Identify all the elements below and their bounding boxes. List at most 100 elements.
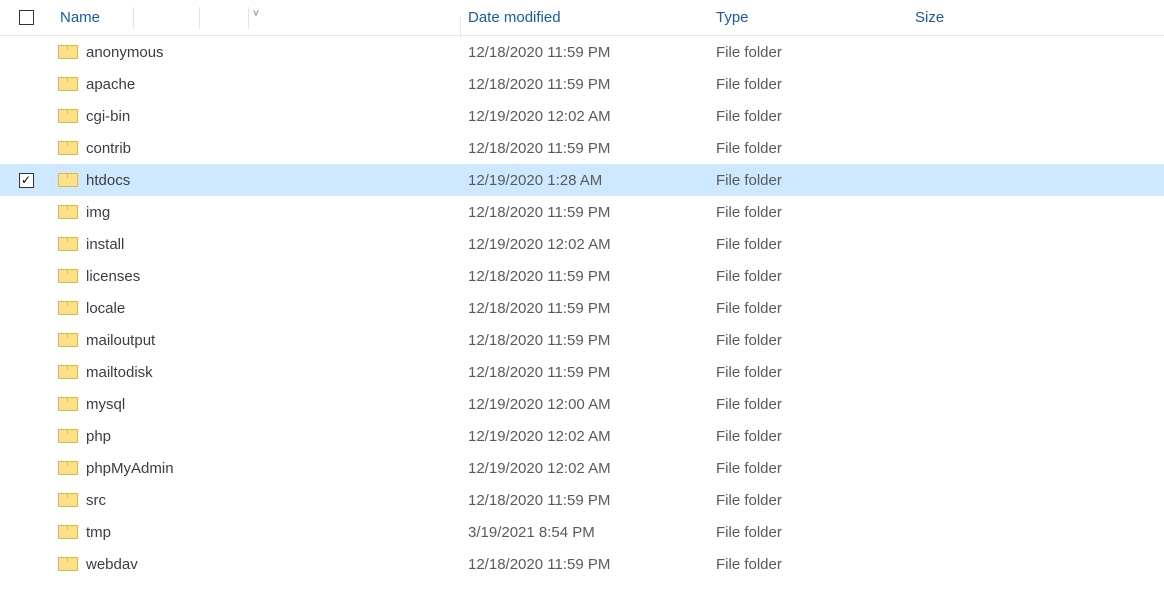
name-cell[interactable]: install: [52, 236, 460, 253]
file-row[interactable]: src12/18/2020 11:59 PMFile folder: [0, 484, 1164, 516]
date-modified: 12/19/2020 1:28 AM: [460, 172, 602, 189]
file-name: licenses: [86, 268, 140, 285]
type-cell: File folder: [708, 460, 907, 477]
row-checkbox[interactable]: ✓: [19, 173, 34, 188]
date-modified: 12/18/2020 11:59 PM: [460, 140, 610, 157]
column-header-type[interactable]: Type: [708, 9, 907, 26]
column-header-name[interactable]: Name ˅: [52, 9, 460, 26]
name-cell[interactable]: src: [52, 492, 460, 509]
row-checkbox-cell[interactable]: [0, 141, 52, 156]
type-cell: File folder: [708, 44, 907, 61]
row-checkbox-cell[interactable]: [0, 493, 52, 508]
type-cell: File folder: [708, 236, 907, 253]
name-cell[interactable]: webdav: [52, 556, 460, 573]
type-cell: File folder: [708, 108, 907, 125]
select-all-cell[interactable]: [0, 10, 52, 25]
date-cell: 12/18/2020 11:59 PM: [460, 140, 708, 157]
row-checkbox-cell[interactable]: [0, 365, 52, 380]
row-checkbox-cell[interactable]: [0, 77, 52, 92]
type-cell: File folder: [708, 492, 907, 509]
row-checkbox-cell[interactable]: [0, 109, 52, 124]
file-row[interactable]: mysql12/19/2020 12:00 AMFile folder: [0, 388, 1164, 420]
row-checkbox-cell[interactable]: [0, 237, 52, 252]
file-name: install: [86, 236, 124, 253]
folder-icon: [58, 429, 76, 443]
row-checkbox-cell[interactable]: [0, 333, 52, 348]
folder-icon: [58, 461, 76, 475]
file-type: File folder: [708, 172, 782, 189]
date-modified: 12/18/2020 11:59 PM: [460, 332, 610, 349]
row-checkbox-cell[interactable]: [0, 461, 52, 476]
name-cell[interactable]: php: [52, 428, 460, 445]
date-cell: 12/18/2020 11:59 PM: [460, 492, 708, 509]
name-cell[interactable]: img: [52, 204, 460, 221]
file-name: webdav: [86, 556, 138, 573]
column-header-size-label: Size: [907, 9, 944, 26]
row-checkbox-cell[interactable]: [0, 525, 52, 540]
name-cell[interactable]: phpMyAdmin: [52, 460, 460, 477]
file-type: File folder: [708, 524, 782, 541]
type-cell: File folder: [708, 76, 907, 93]
file-row[interactable]: mailtodisk 12/18/2020 11:59 PM File folder: [0, 356, 1164, 388]
file-row[interactable]: install12/19/2020 12:02 AMFile folder: [0, 228, 1164, 260]
file-name: mailoutput: [86, 332, 155, 349]
row-checkbox-cell[interactable]: [0, 557, 52, 572]
folder-icon: [58, 205, 76, 219]
column-header-size[interactable]: Size: [907, 9, 1040, 26]
file-row[interactable]: phpMyAdmin12/19/2020 12:02 AMFile folder: [0, 452, 1164, 484]
file-row[interactable]: webdav12/18/2020 11:59 PMFile folder: [0, 548, 1164, 580]
file-row[interactable]: anonymous12/18/2020 11:59 PMFile folder: [0, 36, 1164, 68]
name-cell[interactable]: anonymous: [52, 44, 460, 61]
row-checkbox-cell[interactable]: [0, 269, 52, 284]
file-row[interactable]: locale12/18/2020 11:59 PMFile folder: [0, 292, 1164, 324]
file-type: File folder: [708, 300, 782, 317]
name-cell[interactable]: mailtodisk: [52, 364, 460, 381]
row-checkbox-cell[interactable]: [0, 301, 52, 316]
file-row[interactable]: php12/19/2020 12:02 AMFile folder: [0, 420, 1164, 452]
select-all-checkbox[interactable]: [19, 10, 34, 25]
row-checkbox-cell[interactable]: [0, 45, 52, 60]
date-modified: 12/19/2020 12:02 AM: [460, 428, 611, 445]
name-cell[interactable]: licenses: [52, 268, 460, 285]
row-checkbox-cell[interactable]: [0, 429, 52, 444]
file-row[interactable]: mailoutput 12/18/2020 11:59 PM File folder: [0, 324, 1164, 356]
file-row[interactable]: apache12/18/2020 11:59 PMFile folder: [0, 68, 1164, 100]
name-cell[interactable]: mailoutput: [52, 332, 460, 349]
name-cell[interactable]: cgi-bin: [52, 108, 460, 125]
file-type: File folder: [708, 332, 782, 349]
date-modified: 12/18/2020 11:59 PM: [460, 364, 610, 381]
file-name: img: [86, 204, 110, 221]
file-row[interactable]: ✓ htdocs12/19/2020 1:28 AM File folder: [0, 164, 1164, 196]
row-checkbox-cell[interactable]: [0, 205, 52, 220]
name-cell[interactable]: htdocs: [52, 172, 460, 189]
file-type: File folder: [708, 460, 782, 477]
file-row[interactable]: contrib12/18/2020 11:59 PMFile folder: [0, 132, 1164, 164]
file-name: locale: [86, 300, 125, 317]
column-header-date[interactable]: Date modified: [460, 9, 708, 26]
name-cell[interactable]: tmp: [52, 524, 460, 541]
type-cell: File folder: [708, 364, 907, 381]
folder-icon: [58, 141, 76, 155]
file-row[interactable]: img12/18/2020 11:59 PMFile folder: [0, 196, 1164, 228]
file-type: File folder: [708, 76, 782, 93]
name-cell[interactable]: locale: [52, 300, 460, 317]
file-name: mailtodisk: [86, 364, 153, 381]
file-type: File folder: [708, 556, 782, 573]
file-row[interactable]: cgi-bin12/19/2020 12:02 AMFile folder: [0, 100, 1164, 132]
name-cell[interactable]: apache: [52, 76, 460, 93]
type-cell: File folder: [708, 524, 907, 541]
file-name: anonymous: [86, 44, 164, 61]
file-row[interactable]: licenses12/18/2020 11:59 PMFile folder: [0, 260, 1164, 292]
date-cell: 12/19/2020 1:28 AM: [460, 172, 708, 189]
file-type: File folder: [708, 44, 782, 61]
row-checkbox-cell[interactable]: ✓: [0, 173, 52, 188]
name-cell[interactable]: contrib: [52, 140, 460, 157]
file-type: File folder: [708, 396, 782, 413]
file-row[interactable]: tmp3/19/2021 8:54 PMFile folder: [0, 516, 1164, 548]
file-list: anonymous12/18/2020 11:59 PMFile foldera…: [0, 36, 1164, 580]
date-modified: 12/18/2020 11:59 PM: [460, 268, 610, 285]
folder-icon: [58, 493, 76, 507]
date-cell: 12/18/2020 11:59 PM: [460, 204, 708, 221]
row-checkbox-cell[interactable]: [0, 397, 52, 412]
name-cell[interactable]: mysql: [52, 396, 460, 413]
